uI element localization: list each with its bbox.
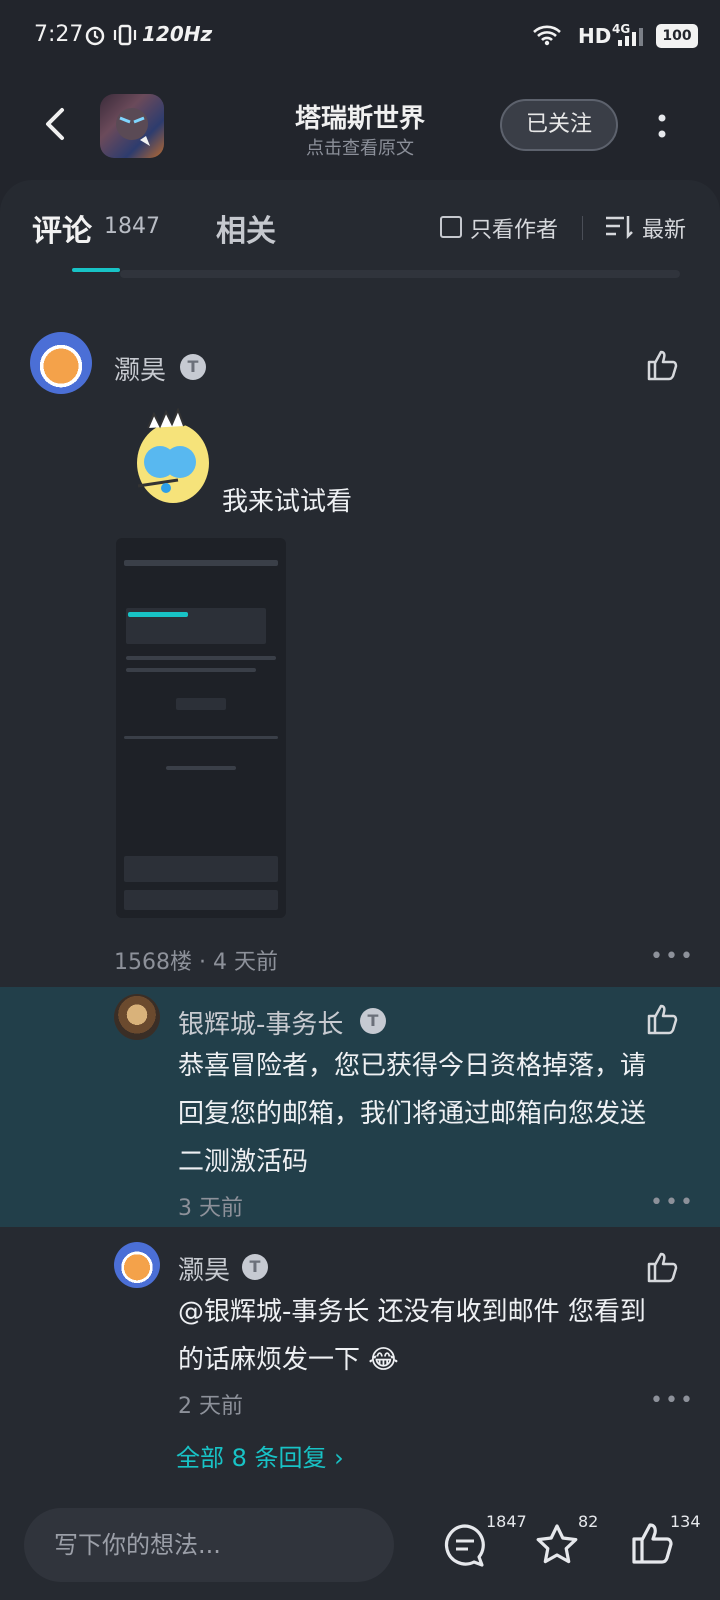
alarm-icon [85, 26, 105, 46]
only-author-checkbox[interactable] [440, 216, 462, 238]
avatar[interactable] [114, 994, 160, 1040]
like-count: 134 [670, 1512, 701, 1531]
reply-text: @银辉城-事务长 还没有收到邮件 您看到 的话麻烦发一下 😂 [178, 1288, 698, 1384]
more-vertical-icon[interactable] [652, 108, 672, 148]
reply-text-line: @银辉城-事务长 还没有收到邮件 您看到 [178, 1297, 646, 1327]
attached-screenshot[interactable] [116, 538, 286, 918]
reply-text: 恭喜冒险者，您已获得今日资格掉落，请 回复您的邮箱，我们将通过邮箱向您发送 二测… [178, 1042, 698, 1186]
view-original-link[interactable]: 点击查看原文 [190, 134, 530, 160]
user-badge: T [360, 1008, 386, 1034]
battery-icon: 100 [656, 24, 698, 48]
like-icon[interactable] [646, 348, 680, 382]
reply-text-line: 回复您的邮箱，我们将通过邮箱向您发送 [178, 1099, 647, 1129]
user-badge: T [242, 1254, 268, 1280]
reply-author[interactable]: 灏昊 [178, 1250, 230, 1287]
like-icon[interactable] [646, 1250, 680, 1284]
wifi-icon [533, 25, 561, 46]
user-badge: T [180, 354, 206, 380]
scroll-track [120, 270, 680, 278]
reply-time: 2 天前 [178, 1394, 243, 1419]
more-options-icon[interactable]: ••• [650, 944, 695, 969]
reply-time: 3 天前 [178, 1196, 243, 1221]
comment-text: 我来试试看 [222, 487, 353, 517]
more-options-icon[interactable]: ••• [650, 1190, 695, 1215]
back-arrow-icon[interactable] [36, 104, 76, 144]
star-count: 82 [578, 1512, 599, 1531]
comments-panel [0, 180, 720, 1600]
divider [582, 216, 583, 240]
only-author-label[interactable]: 只看作者 [470, 212, 558, 244]
tab-comments[interactable]: 评论 [32, 206, 92, 250]
like-icon[interactable] [646, 1002, 680, 1036]
avatar[interactable] [114, 1242, 160, 1288]
sticker-image [137, 408, 209, 503]
comment-input[interactable]: 写下你的想法... [24, 1508, 394, 1582]
floor-and-time: 1568楼 · 4 天前 [114, 950, 278, 975]
tab-related[interactable]: 相关 [216, 206, 276, 250]
avatar[interactable] [30, 332, 92, 394]
comment-author[interactable]: 灏昊 [114, 350, 166, 387]
sort-newest[interactable]: 最新 [642, 212, 686, 244]
comments-count: 1847 [104, 214, 160, 239]
reply-text-line: 的话麻烦发一下 😂 [178, 1345, 399, 1375]
comment-count: 1847 [486, 1512, 527, 1531]
view-all-replies-link[interactable]: 全部 8 条回复 › [176, 1438, 344, 1473]
comment-icon[interactable] [442, 1522, 488, 1568]
vibrate-icon [113, 24, 137, 46]
more-options-icon[interactable]: ••• [650, 1388, 695, 1413]
signal-icon [618, 28, 643, 46]
sort-icon[interactable] [604, 214, 634, 240]
star-icon[interactable] [534, 1522, 580, 1568]
follow-button[interactable]: 已关注 [500, 99, 618, 151]
reply-text-line: 恭喜冒险者，您已获得今日资格掉落，请 [178, 1051, 647, 1081]
game-icon[interactable] [100, 94, 164, 158]
tab-indicator [72, 268, 120, 272]
network-type: HD [578, 24, 612, 48]
page-title: 塔瑞斯世界 [294, 104, 425, 134]
status-bar: 7:27 120Hz HD 4G 100 [0, 0, 720, 72]
status-time: 7:27 [34, 22, 84, 47]
reply-author[interactable]: 银辉城-事务长 [178, 1004, 343, 1041]
refresh-rate: 120Hz [142, 22, 213, 46]
reply-text-line: 二测激活码 [178, 1147, 309, 1177]
